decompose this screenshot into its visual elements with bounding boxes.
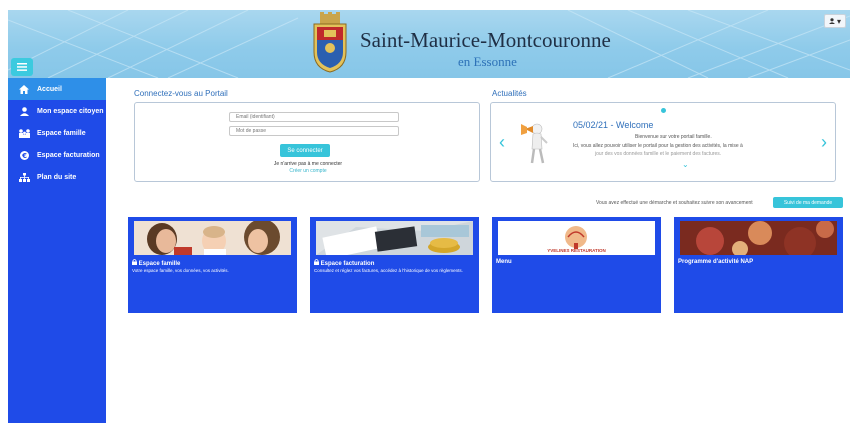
carousel-next-icon[interactable]: › — [821, 133, 827, 151]
sidebar-item-citoyen[interactable]: Mon espace citoyen — [8, 100, 106, 122]
news-line-2: Ici, vous allez pouvoir utiliser le port… — [573, 143, 743, 149]
sidebar-item-label: Accueil — [37, 85, 62, 93]
carousel-indicator[interactable] — [661, 108, 666, 113]
site-header: Saint-Maurice-Montcouronne en Essonne ▾ — [8, 10, 850, 78]
family-icon — [18, 128, 30, 138]
hamburger-icon — [17, 63, 27, 71]
news-heading: Actualités — [492, 89, 527, 98]
tile-title: Menu — [496, 259, 512, 265]
sidebar: Accueil Mon espace citoyen Espace famill… — [8, 78, 106, 423]
restauration-logo: YVELINES RESTAURATION — [498, 221, 655, 255]
sidebar-item-plan[interactable]: Plan du site — [8, 166, 106, 188]
sidebar-item-label: Mon espace citoyen — [37, 107, 104, 115]
main-content: Connectez-vous au Portail Actualités Se … — [106, 78, 850, 423]
billing-photo — [316, 221, 473, 255]
restauration-logo-text: YVELINES RESTAURATION — [547, 248, 606, 253]
tile-espace-famille[interactable]: Espace famille Votre espace famille, vos… — [128, 217, 297, 313]
sidebar-item-label: Espace facturation — [37, 151, 100, 159]
login-heading: Connectez-vous au Portail — [134, 89, 228, 98]
tile-description: Consultez et réglez vos factures, accéde… — [314, 268, 463, 273]
tile-title: Programme d'activité NAP — [678, 259, 754, 265]
tile-title-text: Espace famille — [138, 261, 181, 267]
menu-toggle-button[interactable] — [11, 58, 33, 76]
site-subtitle: en Essonne — [458, 54, 517, 69]
create-account-link[interactable]: Créer un compte — [135, 168, 481, 174]
site-title: Saint-Maurice-Montcouronne — [360, 28, 611, 52]
town-crest-logo — [313, 12, 347, 73]
sidebar-item-famille[interactable]: Espace famille — [8, 122, 106, 144]
news-title: 05/02/21 - Welcome — [573, 120, 654, 130]
tile-menu[interactable]: YVELINES RESTAURATION Menu — [492, 217, 661, 313]
user-icon — [828, 18, 835, 24]
activity-photo — [680, 221, 837, 255]
tile-title: Espace facturation — [314, 259, 374, 267]
tile-title-text: Espace facturation — [320, 261, 375, 267]
svg-text:€: € — [21, 152, 27, 160]
cant-login-link[interactable]: Je n'arrive pas à me connecter — [135, 161, 481, 167]
login-panel: Se connecter Je n'arrive pas à me connec… — [134, 102, 480, 182]
user-icon — [19, 106, 29, 116]
home-icon — [19, 84, 29, 94]
sidebar-item-facturation[interactable]: € Espace facturation — [8, 144, 106, 166]
megaphone-figure-image — [521, 123, 548, 164]
news-line-3: jour des vos données famille et le paiem… — [595, 151, 722, 157]
sidebar-item-label: Espace famille — [37, 129, 86, 137]
lock-icon — [314, 259, 319, 265]
tile-title: Espace famille — [132, 259, 180, 267]
email-field[interactable] — [229, 112, 399, 122]
tracking-text: Vous avez effectué une démarche et souha… — [596, 200, 753, 206]
tile-espace-facturation[interactable]: Espace facturation Consultez et réglez v… — [310, 217, 479, 313]
sidebar-item-label: Plan du site — [37, 173, 77, 181]
news-carousel: ‹ › 05/02/21 - Welcome Bienvenue sur vot… — [490, 102, 836, 182]
sidebar-item-accueil[interactable]: Accueil — [8, 78, 106, 100]
expand-chevron-icon[interactable]: ⌄ — [682, 160, 689, 169]
carousel-prev-icon[interactable]: ‹ — [499, 133, 505, 151]
user-menu-caret: ▾ — [836, 16, 841, 26]
login-button[interactable]: Se connecter — [280, 144, 330, 157]
lock-icon — [132, 259, 137, 265]
tile-programme-nap[interactable]: Programme d'activité NAP — [674, 217, 843, 313]
password-field[interactable] — [229, 126, 399, 136]
family-photo — [134, 221, 291, 255]
euro-icon: € — [19, 150, 29, 160]
track-request-button[interactable]: Suivi de ma demande — [773, 197, 843, 208]
sitemap-icon — [18, 172, 30, 182]
news-line-1: Bienvenue sur votre portail famille. — [635, 134, 712, 140]
tile-description: Votre espace famille, vos données, vos a… — [132, 268, 229, 273]
user-menu-button[interactable]: ▾ — [824, 14, 846, 28]
